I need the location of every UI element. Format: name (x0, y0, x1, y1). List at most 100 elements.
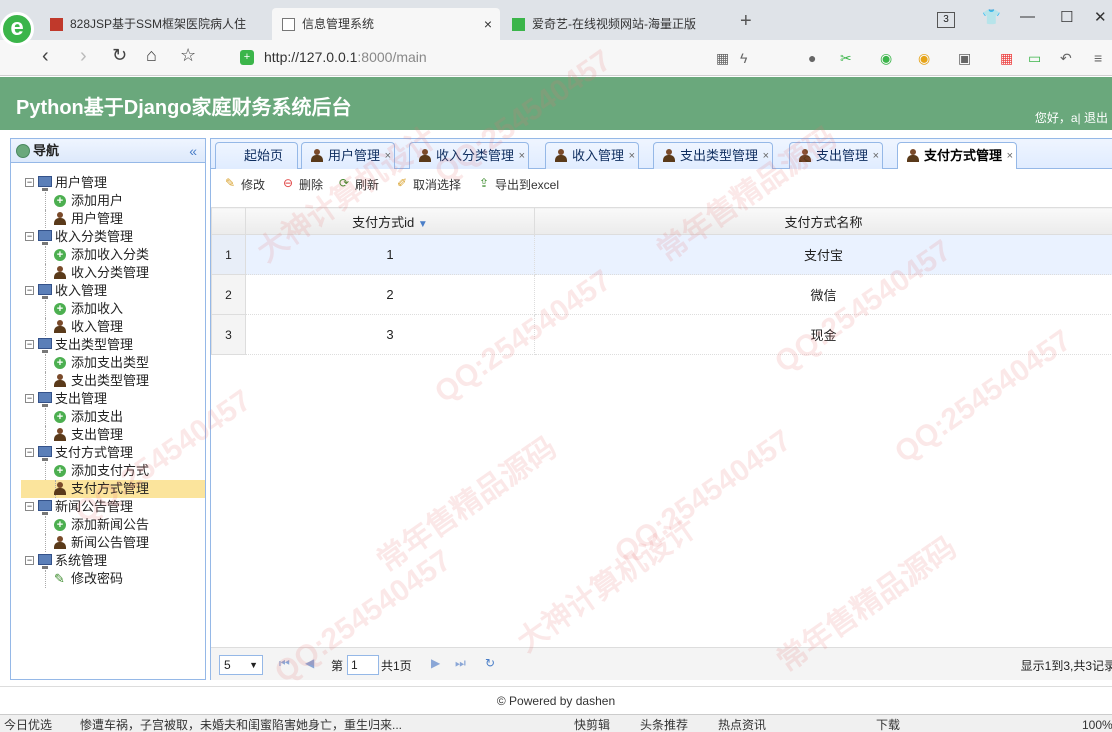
battery-icon[interactable]: ▭ (1028, 50, 1041, 67)
status-zoom[interactable]: 100% (1082, 715, 1112, 732)
column-header-id[interactable]: 支付方式id ▼ (245, 207, 535, 235)
browser-tab-0[interactable]: 828JSP基于SSM框架医院病人住 (40, 8, 258, 40)
cell-name[interactable]: 现金 (534, 314, 1112, 355)
nav-item[interactable]: 支出管理 (11, 426, 205, 444)
tab-1[interactable]: 用户管理 × (301, 142, 396, 169)
nav-item[interactable]: + 添加收入分类 (11, 246, 205, 264)
new-tab-button[interactable]: + (740, 10, 752, 33)
tab-6[interactable]: 支付方式管理 × (897, 142, 1018, 170)
menu-icon[interactable]: ≡ (1094, 50, 1102, 66)
cell-id[interactable]: 2 (245, 274, 535, 315)
apps-icon[interactable]: ▦ (1000, 50, 1013, 67)
nav-group[interactable]: − 用户管理 (11, 174, 205, 192)
page-size-select[interactable]: 5 ▼ (219, 655, 263, 675)
edit-button[interactable]: ✎ 修改 (223, 176, 265, 193)
close-tab-icon[interactable]: × (519, 143, 525, 169)
status-hot[interactable]: 热点资讯 (718, 715, 766, 732)
nav-item[interactable]: + 添加支出类型 (11, 354, 205, 372)
status-download[interactable]: 下载 (876, 715, 900, 732)
status-today[interactable]: 今日优选 (4, 715, 52, 732)
nav-item[interactable]: + 添加收入 (11, 300, 205, 318)
tab-2[interactable]: 收入分类管理 × (409, 142, 530, 169)
collapse-toggle-icon[interactable]: − (25, 448, 34, 457)
skin-icon[interactable]: 👕 (982, 8, 1001, 26)
scissors-icon[interactable]: ✂ (840, 50, 852, 67)
cell-id[interactable]: 1 (245, 234, 535, 275)
coin-icon[interactable]: ◉ (918, 50, 930, 67)
translate-icon[interactable]: ◉ (880, 50, 892, 67)
close-tab-icon[interactable]: × (1007, 143, 1013, 169)
nav-item[interactable]: 收入分类管理 (11, 264, 205, 282)
cell-name[interactable]: 微信 (534, 274, 1112, 315)
nav-group[interactable]: − 支付方式管理 (11, 444, 205, 462)
tab-count-badge[interactable]: 3 (937, 12, 955, 28)
reload-page-icon[interactable]: ↻ (485, 656, 495, 670)
tab-0[interactable]: 起始页 (215, 142, 299, 169)
browser-tab-2[interactable]: 爱奇艺-在线视频网站-海量正版 (502, 8, 730, 40)
nav-group[interactable]: − 系统管理 (11, 552, 205, 570)
nav-group[interactable]: − 支出管理 (11, 390, 205, 408)
refresh-button[interactable]: ⟳ 刷新 (337, 176, 379, 193)
close-tab-icon[interactable]: × (763, 143, 769, 169)
favorite-star-icon[interactable]: ☆ (180, 45, 196, 66)
collapse-toggle-icon[interactable]: − (25, 394, 34, 403)
tab-3[interactable]: 收入管理 × (545, 142, 640, 169)
nav-item[interactable]: 新闻公告管理 (11, 534, 205, 552)
nav-item[interactable]: + 添加支付方式 (11, 462, 205, 480)
nav-item[interactable]: + 添加用户 (11, 192, 205, 210)
nav-group[interactable]: − 新闻公告管理 (11, 498, 205, 516)
nav-item[interactable]: + 添加新闻公告 (11, 516, 205, 534)
home-icon[interactable]: ⌂ (146, 45, 157, 66)
last-page-icon[interactable]: ⏭ (455, 656, 466, 671)
nav-item[interactable]: ✎ 修改密码 (11, 570, 205, 588)
collapse-toggle-icon[interactable]: − (25, 340, 34, 349)
nav-item[interactable]: 收入管理 (11, 318, 205, 336)
nav-item[interactable]: 支出类型管理 (11, 372, 205, 390)
status-quick-edit[interactable]: 快剪辑 (574, 715, 610, 732)
export-button[interactable]: ⇪ 导出到excel (477, 176, 559, 193)
extension-icon[interactable]: ● (808, 50, 816, 66)
image-icon[interactable]: ▣ (958, 50, 971, 67)
status-news[interactable]: 惨遭车祸，子宫被取，未婚夫和闺蜜陷害她身亡，重生归来... (80, 715, 450, 732)
close-window-icon[interactable]: ✕ (1094, 8, 1107, 26)
delete-button[interactable]: ⊖ 删除 (281, 176, 323, 193)
close-tab-icon[interactable]: × (484, 8, 492, 40)
collapse-toggle-icon[interactable]: − (25, 502, 34, 511)
browser-tab-1[interactable]: 信息管理系统 × (272, 8, 500, 40)
collapse-toggle-icon[interactable]: − (25, 286, 34, 295)
forward-icon[interactable]: › (80, 45, 87, 68)
collapse-toggle-icon[interactable]: − (25, 178, 34, 187)
qr-icon[interactable]: ▦ (716, 50, 729, 67)
collapse-toggle-icon[interactable]: − (25, 556, 34, 565)
nav-group[interactable]: − 收入分类管理 (11, 228, 205, 246)
url-field[interactable]: http://127.0.0.1:8000/main (264, 49, 427, 65)
page-number-input[interactable]: 1 (347, 655, 379, 675)
prev-page-icon[interactable]: ◀ (305, 656, 314, 670)
tab-4[interactable]: 支出类型管理 × (653, 142, 774, 169)
close-tab-icon[interactable]: × (629, 143, 635, 169)
cell-id[interactable]: 3 (245, 314, 535, 355)
close-tab-icon[interactable]: × (385, 143, 391, 169)
tab-5[interactable]: 支出管理 × (789, 142, 884, 169)
nav-group[interactable]: − 收入管理 (11, 282, 205, 300)
collapse-icon[interactable]: « (189, 139, 197, 163)
maximize-icon[interactable]: ☐ (1060, 8, 1073, 26)
unselect-button[interactable]: ✐ 取消选择 (395, 176, 461, 193)
close-tab-icon[interactable]: × (873, 143, 879, 169)
minimize-icon[interactable]: — (1020, 8, 1035, 25)
column-header-name[interactable]: 支付方式名称 (534, 207, 1112, 235)
nav-item[interactable]: 用户管理 (11, 210, 205, 228)
table-row[interactable]: 3 3 现金 (211, 314, 1112, 355)
next-page-icon[interactable]: ▶ (431, 656, 440, 670)
nav-item[interactable]: + 添加支出 (11, 408, 205, 426)
nav-item[interactable]: 支付方式管理 (21, 480, 205, 498)
nav-group[interactable]: − 支出类型管理 (11, 336, 205, 354)
welcome-logout[interactable]: 您好，a| 退出 (1035, 109, 1108, 126)
cell-name[interactable]: 支付宝 (534, 234, 1112, 275)
collapse-toggle-icon[interactable]: − (25, 232, 34, 241)
status-headline[interactable]: 头条推荐 (640, 715, 688, 732)
back-icon[interactable]: ‹ (42, 45, 49, 68)
undo-icon[interactable]: ↶ (1060, 50, 1072, 67)
lightning-icon[interactable]: ϟ (740, 50, 747, 66)
reload-icon[interactable]: ↻ (112, 45, 127, 66)
